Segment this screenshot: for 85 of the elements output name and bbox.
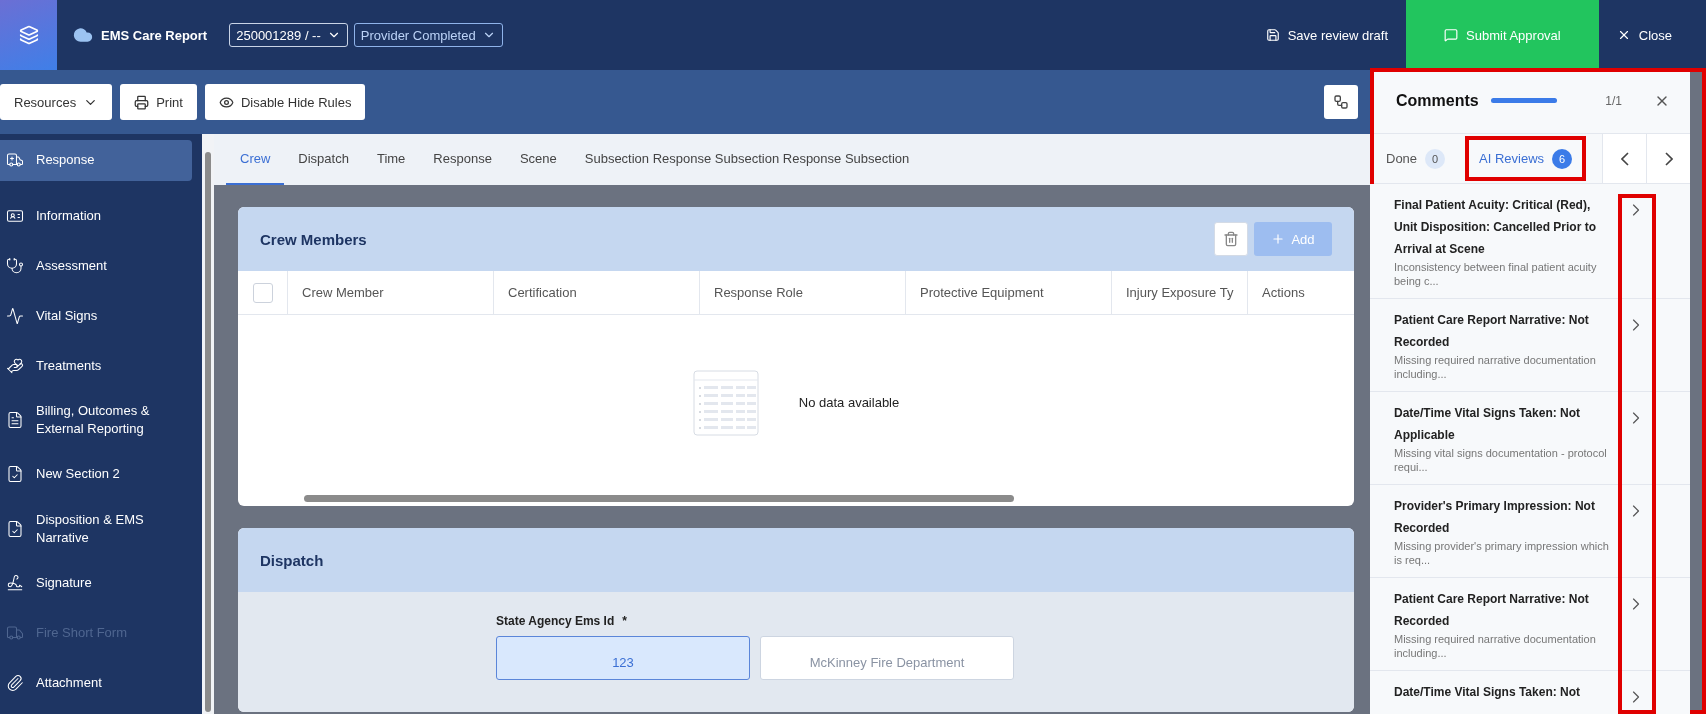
column-header: Protective Equipment bbox=[906, 271, 1112, 314]
chat-bubble-icon bbox=[1444, 28, 1459, 42]
stethoscope-icon bbox=[6, 256, 24, 275]
pulse-icon bbox=[6, 306, 24, 325]
document-icon bbox=[6, 411, 24, 430]
card-title: Dispatch bbox=[260, 551, 325, 569]
document-check-icon bbox=[6, 519, 24, 538]
chevron-right-icon bbox=[1664, 151, 1673, 166]
count-badge: 0 bbox=[1425, 148, 1446, 169]
section-tab[interactable]: Response bbox=[419, 134, 506, 185]
scrollbar[interactable] bbox=[202, 134, 214, 714]
field-label: State Agency Ems Id bbox=[496, 614, 615, 628]
resources-dropdown[interactable]: Resources bbox=[0, 84, 113, 120]
card-title: Crew Members bbox=[260, 230, 368, 248]
review-title: Patient Care Report Narrative: Not Recorded bbox=[1394, 591, 1590, 630]
option-field[interactable]: 123 bbox=[496, 636, 750, 680]
workflow-button[interactable] bbox=[1324, 85, 1358, 119]
review-title: Date/Time Vital Signs Taken: Not bbox=[1394, 684, 1582, 701]
page-counter: 1/1 bbox=[1605, 93, 1622, 108]
sidebar-item[interactable]: Response bbox=[0, 140, 192, 181]
sidebar-item[interactable]: Signature bbox=[0, 557, 192, 608]
section-tab[interactable]: Dispatch bbox=[284, 134, 363, 185]
sidebar-item[interactable]: Billing, Outcomes & External Reporting bbox=[0, 390, 192, 450]
review-description: Missing required narrative documentation including... bbox=[1394, 353, 1597, 381]
document-check-icon bbox=[6, 465, 24, 484]
empty-table-icon bbox=[692, 369, 759, 436]
sidebar-item[interactable]: New Section 2 bbox=[0, 449, 192, 500]
review-item[interactable]: Date/Time Vital Signs Taken: Not bbox=[1370, 671, 1690, 714]
printer-icon bbox=[134, 94, 150, 110]
paperclip-icon bbox=[6, 673, 24, 692]
section-tab[interactable]: Time bbox=[362, 134, 420, 185]
review-title: Patient Care Report Narrative: Not Recorded bbox=[1394, 312, 1590, 351]
review-item[interactable]: Final Patient Acuity: Critical (Red), Unit Disposition: Cancelled Prior to Arrival at Scene Inconsistency between final patient acuity being c... bbox=[1370, 184, 1690, 299]
review-item[interactable]: Patient Care Report Narrative: Not Recorded Missing required narrative documentation including... bbox=[1370, 299, 1690, 392]
count-badge: 6 bbox=[1552, 148, 1573, 169]
sidebar-item[interactable]: Attachment bbox=[0, 657, 192, 708]
eye-button[interactable]: Disable Hide Rules bbox=[204, 84, 366, 120]
section-tab[interactable]: Scene bbox=[505, 134, 571, 185]
signature-icon bbox=[6, 573, 24, 592]
record-select[interactable]: 250001289 / -- bbox=[229, 23, 348, 47]
chevron-left-icon bbox=[1620, 151, 1629, 166]
comments-tab[interactable]: Done 0 bbox=[1376, 134, 1456, 183]
plus-icon bbox=[1271, 232, 1286, 246]
review-description: Missing provider's primary impression which is req... bbox=[1394, 539, 1610, 567]
required-mark: * bbox=[622, 614, 627, 628]
review-item[interactable]: Provider's Primary Impression: Not Recorded Missing provider's primary impression which is req... bbox=[1370, 485, 1690, 578]
save-button[interactable]: Save review draft bbox=[1247, 0, 1407, 70]
hand-icon bbox=[6, 356, 24, 375]
review-description: Missing required narrative documentation including... bbox=[1394, 632, 1597, 660]
column-header: Crew Member bbox=[288, 271, 494, 314]
panel-title: Comments bbox=[1396, 91, 1479, 110]
empty-message: No data available bbox=[798, 395, 900, 410]
eye-icon bbox=[218, 94, 234, 110]
review-item[interactable]: Patient Care Report Narrative: Not Recorded Missing required narrative documentation including... bbox=[1370, 578, 1690, 671]
column-header: Actions bbox=[1261, 284, 1306, 302]
truck-icon bbox=[6, 623, 24, 642]
sidebar-item[interactable]: Information bbox=[0, 190, 192, 241]
app-title: EMS Care Report bbox=[101, 27, 208, 43]
trash-icon bbox=[1223, 231, 1239, 247]
status-select[interactable]: Provider Completed bbox=[353, 23, 503, 47]
select-all-checkbox[interactable] bbox=[252, 282, 273, 303]
section-tab[interactable]: Crew bbox=[226, 134, 285, 185]
review-description: Inconsistency between final patient acuity being c... bbox=[1394, 260, 1598, 288]
column-header: Injury Exposure Ty bbox=[1112, 271, 1248, 314]
column-header: Certification bbox=[494, 271, 700, 314]
delete-button[interactable] bbox=[1214, 222, 1248, 256]
review-title: Provider's Primary Impression: Not Recorded bbox=[1394, 498, 1596, 537]
sidebar-item[interactable]: Disposition & EMS Narrative bbox=[0, 499, 192, 558]
app-logo[interactable] bbox=[0, 0, 57, 70]
section-tab[interactable]: Subsection Response Subsection Response Subsection bbox=[570, 134, 924, 185]
flow-icon bbox=[1333, 94, 1349, 110]
column-header: Response Role bbox=[700, 271, 906, 314]
review-description: Missing vital signs documentation - protocol requi... bbox=[1394, 446, 1608, 474]
logo-icon bbox=[18, 25, 39, 45]
review-title: Final Patient Acuity: Critical (Red), Unit Disposition: Cancelled Prior to Arrival at Scene bbox=[1394, 197, 1597, 258]
review-title: Date/Time Vital Signs Taken: Not Applicable bbox=[1394, 405, 1582, 444]
comments-tab[interactable]: AI Reviews 6 bbox=[1465, 136, 1587, 181]
save-icon bbox=[1265, 28, 1280, 42]
review-item[interactable]: Date/Time Vital Signs Taken: Not Applicable Missing vital signs documentation - protocol requi... bbox=[1370, 392, 1690, 485]
sidebar-item[interactable]: Vital Signs bbox=[0, 290, 192, 341]
ambulance-icon bbox=[6, 151, 24, 170]
sidebar-item[interactable]: Assessment bbox=[0, 240, 192, 291]
print-button[interactable]: Print bbox=[120, 84, 197, 120]
cloud-icon bbox=[73, 25, 93, 45]
sidebar-item[interactable]: Treatments bbox=[0, 340, 192, 391]
